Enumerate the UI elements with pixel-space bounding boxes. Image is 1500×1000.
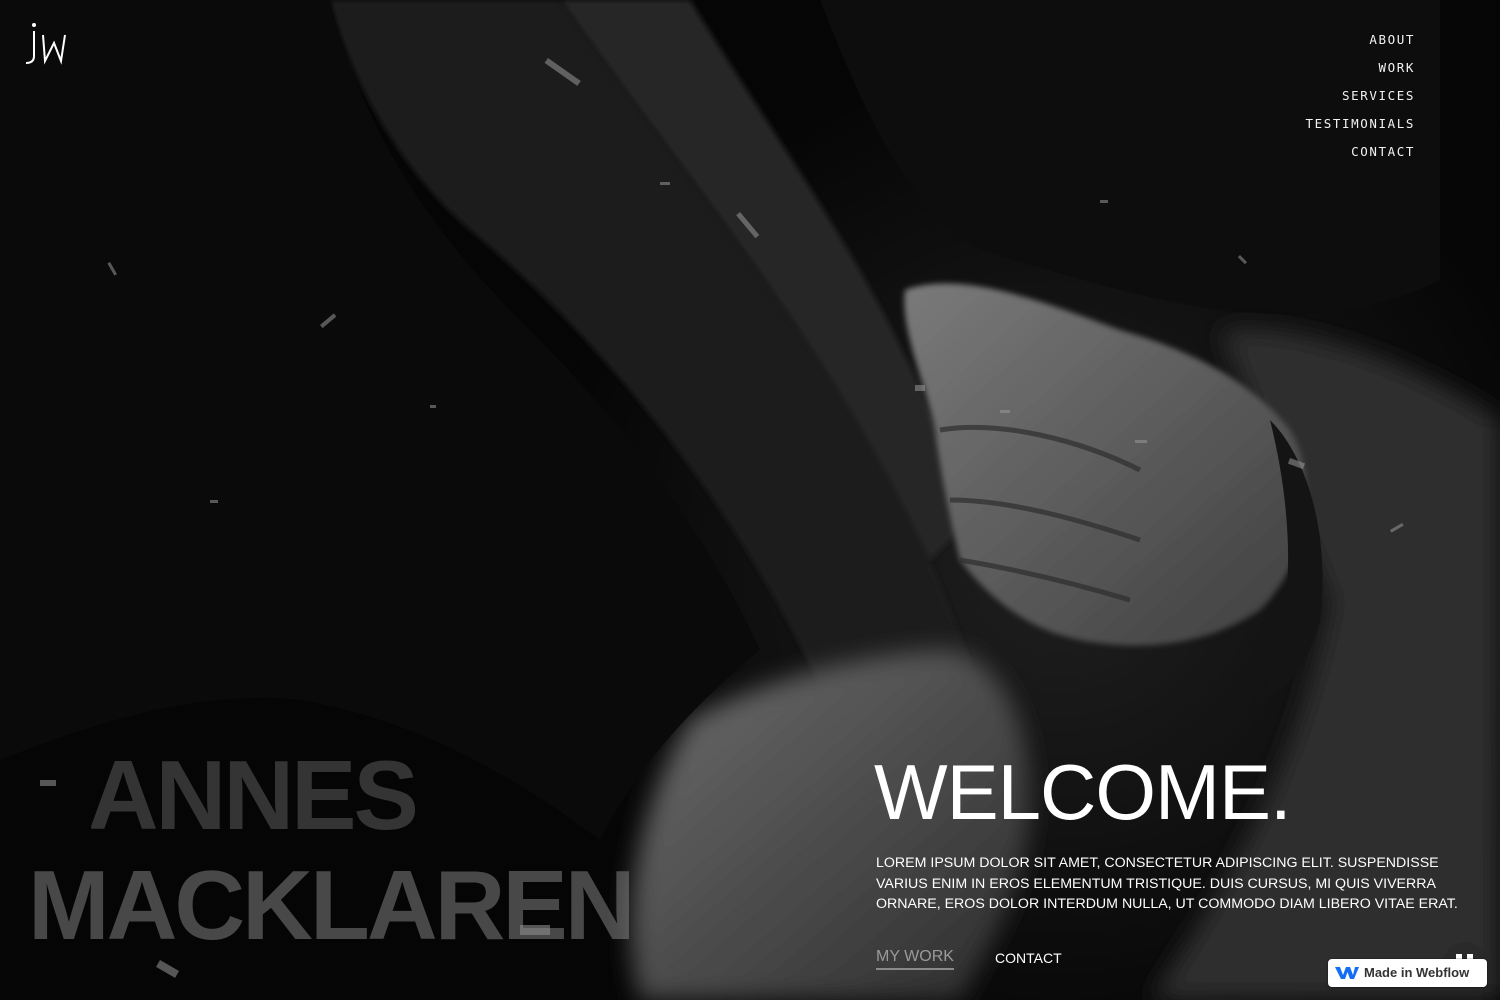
hero-intro-text: LOREM IPSUM DOLOR SIT AMET, CONSECTETUR … [876, 855, 1458, 912]
main-nav: ABOUT WORK SERVICES TESTIMONIALS CONTACT [1305, 26, 1415, 166]
nav-link-contact[interactable]: CONTACT [1351, 138, 1415, 166]
jw-logo[interactable]: jW [22, 20, 70, 68]
hero-name-last: MACKLAREN [28, 850, 635, 960]
nav-link-work[interactable]: WORK [1378, 54, 1415, 82]
webflow-badge-label: Made in Webflow [1364, 965, 1470, 980]
nav-link-testimonials[interactable]: TESTIMONIALS [1305, 110, 1415, 138]
my-work-button[interactable]: MY WORK [876, 947, 954, 970]
contact-button[interactable]: CONTACT [995, 949, 1062, 967]
hero-section: jW ABOUT WORK SERVICES TESTIMONIALS CONT… [0, 0, 1500, 1000]
nav-link-about[interactable]: ABOUT [1369, 26, 1415, 54]
nav-link-services[interactable]: SERVICES [1342, 82, 1415, 110]
made-in-webflow-badge[interactable]: Made in Webflow [1328, 959, 1487, 987]
webflow-icon [1335, 967, 1359, 979]
hero-title: WELCOME. [874, 748, 1292, 836]
